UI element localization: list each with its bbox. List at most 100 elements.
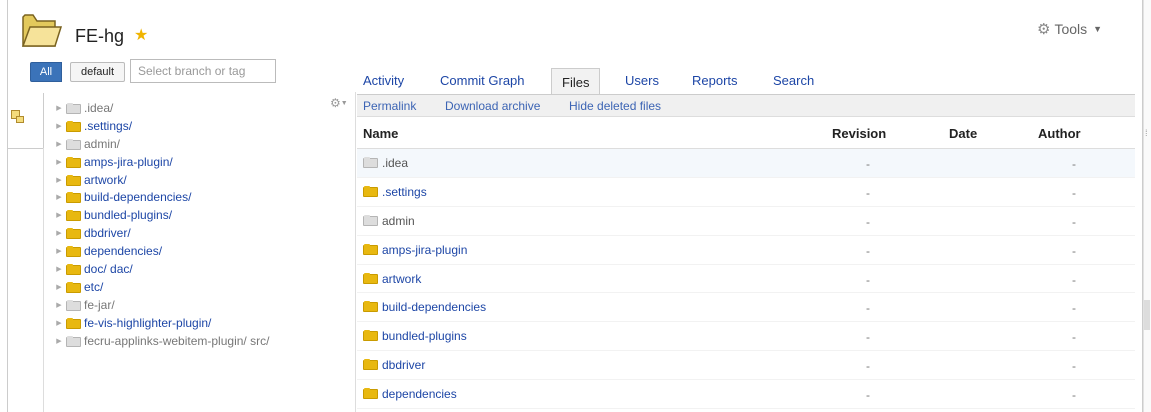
permalink-link[interactable]: Permalink bbox=[363, 99, 416, 113]
tree-item[interactable]: ▶ admin/ bbox=[54, 136, 354, 154]
expand-arrow-icon[interactable]: ▶ bbox=[54, 189, 64, 207]
tab-search[interactable]: Search bbox=[773, 70, 814, 94]
tree-item[interactable]: ▶ bundled-plugins/ bbox=[54, 207, 354, 225]
table-row[interactable]: .idea - - bbox=[357, 149, 1135, 178]
folder-icon bbox=[66, 299, 81, 311]
branch-search-input[interactable] bbox=[130, 59, 276, 83]
tree-item-label: amps-jira-plugin/ bbox=[84, 154, 173, 169]
file-name-label[interactable]: admin bbox=[382, 214, 415, 228]
gear-icon: ⚙ bbox=[1037, 21, 1051, 38]
file-name-label[interactable]: dbdriver bbox=[382, 358, 425, 372]
tree-item[interactable]: ▶ artwork/ bbox=[54, 172, 354, 190]
file-name-cell[interactable]: admin bbox=[363, 214, 415, 228]
tab-files[interactable]: Files bbox=[551, 68, 601, 95]
file-name-cell[interactable]: build-dependencies bbox=[363, 300, 486, 314]
tools-menu[interactable]: ⚙ Tools ▼ bbox=[1037, 20, 1102, 38]
table-row[interactable]: .settings - - bbox=[357, 178, 1135, 207]
tab-reports[interactable]: Reports bbox=[692, 70, 738, 94]
tab-activity[interactable]: Activity bbox=[363, 70, 404, 94]
column-header-author[interactable]: Author bbox=[1038, 126, 1081, 141]
author-cell: - bbox=[1072, 185, 1076, 200]
file-name-cell[interactable]: dbdriver bbox=[363, 358, 425, 372]
tab-commit-graph[interactable]: Commit Graph bbox=[440, 70, 525, 94]
file-name-cell[interactable]: .idea bbox=[363, 156, 408, 170]
tree-item[interactable]: ▶ fecru-applinks-webitem-plugin/ src/ bbox=[54, 333, 354, 351]
expand-arrow-icon[interactable]: ▶ bbox=[54, 136, 64, 154]
folder-icon bbox=[66, 228, 81, 240]
folder-icon bbox=[363, 330, 378, 342]
revision-cell: - bbox=[866, 185, 870, 200]
download-archive-link[interactable]: Download archive bbox=[445, 99, 540, 113]
revision-cell: - bbox=[866, 214, 870, 229]
tree-item[interactable]: ▶ amps-jira-plugin/ bbox=[54, 154, 354, 172]
folder-icon bbox=[66, 317, 81, 329]
column-header-revision[interactable]: Revision bbox=[832, 126, 886, 141]
tree-item-label: fe-vis-highlighter-plugin/ bbox=[84, 315, 212, 330]
all-branches-button[interactable]: All bbox=[30, 62, 62, 82]
table-row[interactable]: bundled-plugins - - bbox=[357, 322, 1135, 352]
favorite-star-icon[interactable]: ★ bbox=[134, 25, 148, 45]
hide-deleted-files-link[interactable]: Hide deleted files bbox=[569, 99, 661, 113]
expand-arrow-icon[interactable]: ▶ bbox=[54, 333, 64, 351]
table-row[interactable]: dependencies - - bbox=[357, 380, 1135, 410]
file-name-cell[interactable]: bundled-plugins bbox=[363, 329, 467, 343]
file-name-label[interactable]: amps-jira-plugin bbox=[382, 243, 467, 257]
expand-arrow-icon[interactable]: ▶ bbox=[54, 154, 64, 172]
expand-arrow-icon[interactable]: ▶ bbox=[54, 100, 64, 118]
tree-item[interactable]: ▶ fe-vis-highlighter-plugin/ bbox=[54, 315, 354, 333]
repo-folder-icon bbox=[21, 14, 62, 47]
author-cell: - bbox=[1072, 388, 1076, 403]
default-branch-button[interactable]: default bbox=[70, 62, 125, 82]
tree-item[interactable]: ▶ .idea/ bbox=[54, 100, 354, 118]
tree-item[interactable]: ▶ dbdriver/ bbox=[54, 225, 354, 243]
tree-item[interactable]: ▶ build-dependencies/ bbox=[54, 189, 354, 207]
file-name-cell[interactable]: dependencies bbox=[363, 387, 457, 401]
folder-icon bbox=[66, 102, 81, 114]
left-strip-divider bbox=[8, 148, 44, 412]
file-name-cell[interactable]: amps-jira-plugin bbox=[363, 243, 467, 257]
revision-cell: - bbox=[866, 388, 870, 403]
tab-users[interactable]: Users bbox=[625, 70, 659, 94]
table-row[interactable]: dbdriver - - bbox=[357, 351, 1135, 381]
tree-item[interactable]: ▶ fe-jar/ bbox=[54, 297, 354, 315]
file-name-label[interactable]: artwork bbox=[382, 272, 421, 286]
file-name-label[interactable]: .idea bbox=[382, 156, 408, 170]
tree-item[interactable]: ▶ doc/ dac/ bbox=[54, 261, 354, 279]
file-name-cell[interactable]: .settings bbox=[363, 185, 427, 199]
expand-arrow-icon[interactable]: ▶ bbox=[54, 297, 64, 315]
scrollbar[interactable] bbox=[1143, 0, 1151, 412]
expand-arrow-icon[interactable]: ▶ bbox=[54, 207, 64, 225]
revision-cell: - bbox=[866, 272, 870, 287]
table-row[interactable]: artwork - - bbox=[357, 265, 1135, 294]
tree-view-tab[interactable] bbox=[8, 93, 44, 149]
file-name-label[interactable]: .settings bbox=[382, 185, 427, 199]
expand-arrow-icon[interactable]: ▶ bbox=[54, 243, 64, 261]
folder-icon bbox=[363, 301, 378, 313]
author-cell: - bbox=[1072, 359, 1076, 374]
revision-cell: - bbox=[866, 359, 870, 374]
expand-arrow-icon[interactable]: ▶ bbox=[54, 225, 64, 243]
column-header-name[interactable]: Name bbox=[363, 126, 398, 141]
tree-item[interactable]: ▶ etc/ bbox=[54, 279, 354, 297]
expand-arrow-icon[interactable]: ▶ bbox=[54, 315, 64, 333]
table-row[interactable]: amps-jira-plugin - - bbox=[357, 236, 1135, 265]
folder-icon bbox=[363, 157, 378, 168]
folder-icon bbox=[66, 120, 81, 132]
file-name-cell[interactable]: artwork bbox=[363, 272, 421, 286]
column-header-date[interactable]: Date bbox=[949, 126, 977, 141]
scrollbar-thumb[interactable] bbox=[1144, 300, 1150, 330]
repo-name[interactable]: FE-hg bbox=[75, 26, 124, 47]
table-row[interactable]: build-dependencies - - bbox=[357, 293, 1135, 323]
file-name-label[interactable]: dependencies bbox=[382, 387, 457, 401]
expand-arrow-icon[interactable]: ▶ bbox=[54, 261, 64, 279]
tree-item[interactable]: ▶ dependencies/ bbox=[54, 243, 354, 261]
expand-arrow-icon[interactable]: ▶ bbox=[54, 118, 64, 136]
caret-down-icon: ▼ bbox=[1093, 24, 1103, 34]
expand-arrow-icon[interactable]: ▶ bbox=[54, 172, 64, 190]
file-name-label[interactable]: build-dependencies bbox=[382, 300, 486, 314]
resize-handle-icon[interactable]: ⁞ bbox=[1145, 128, 1148, 138]
tree-item[interactable]: ▶ .settings/ bbox=[54, 118, 354, 136]
file-name-label[interactable]: bundled-plugins bbox=[382, 329, 467, 343]
table-row[interactable]: admin - - bbox=[357, 207, 1135, 236]
expand-arrow-icon[interactable]: ▶ bbox=[54, 279, 64, 297]
